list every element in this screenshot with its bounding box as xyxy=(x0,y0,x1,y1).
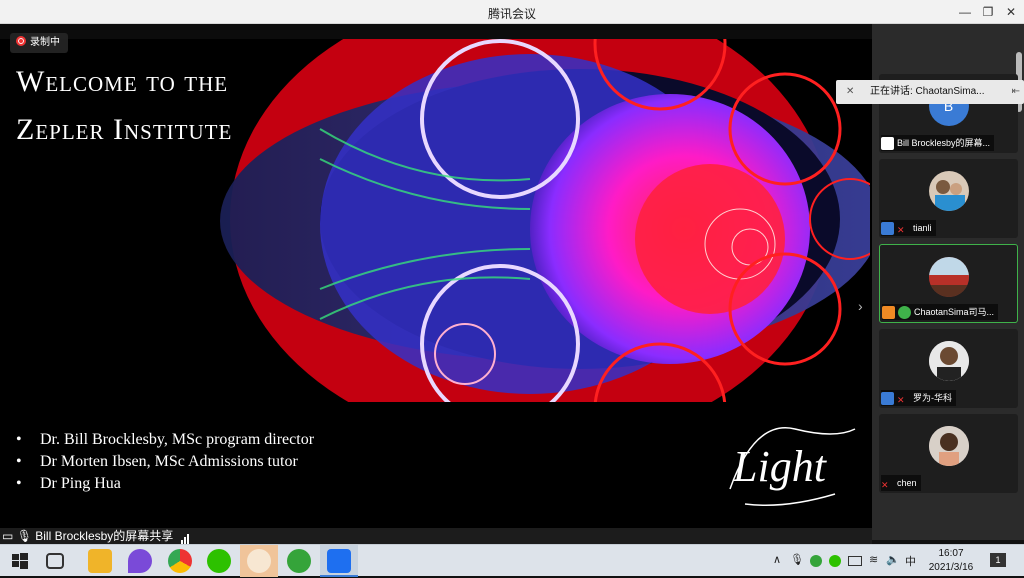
participant-tile[interactable]: ✕ 罗为-华科 xyxy=(879,329,1018,408)
tencent-meeting-icon[interactable] xyxy=(327,549,351,573)
avatar xyxy=(928,341,969,381)
record-icon xyxy=(16,36,26,46)
slide-title-line-1: Welcome to the xyxy=(16,65,229,98)
next-page-arrow[interactable]: › xyxy=(858,298,863,314)
participant-tile[interactable]: ✕ tianli xyxy=(879,159,1018,238)
participant-name: ChaotanSima司马... xyxy=(914,307,995,317)
recording-label: 录制中 xyxy=(30,37,60,48)
wifi-icon[interactable]: ≋ xyxy=(869,553,878,566)
slide-artwork xyxy=(200,39,870,402)
participant-name-bar: ChaotanSima司马... xyxy=(882,304,999,320)
presentation-slide: Welcome to the Zepler Institute Dr. Bill… xyxy=(0,39,872,554)
recording-badge[interactable]: 录制中 xyxy=(10,33,68,53)
mic-tray-icon[interactable]: 🎙 xyxy=(790,553,804,566)
battery-icon[interactable] xyxy=(848,556,862,566)
slide-title-line-2: Zepler Institute xyxy=(16,113,233,146)
mic-icon: 🎙 xyxy=(16,529,32,543)
bullet-item: Dr Morten Ibsen, MSc Admissions tutor xyxy=(16,451,314,473)
avatar xyxy=(928,426,969,466)
tray-expand-icon[interactable]: ∧ xyxy=(773,553,781,566)
window-title: 腾讯会议 xyxy=(487,7,536,21)
task-view-icon[interactable] xyxy=(46,553,64,569)
bullet-item: Dr. Bill Brocklesby, MSc program directo… xyxy=(16,429,314,451)
signal-icon xyxy=(180,528,190,544)
light-logo: Light xyxy=(729,427,856,506)
notification-icon[interactable]: 1 xyxy=(990,553,1006,567)
shared-screen: Welcome to the Zepler Institute Dr. Bill… xyxy=(0,24,872,554)
tray-app-icon[interactable] xyxy=(810,555,822,567)
user-icon xyxy=(881,391,894,405)
close-button[interactable]: ✕ xyxy=(1001,3,1021,21)
participant-name-bar: ✕ tianli xyxy=(881,220,936,236)
participant-name: Bill Brocklesby的屏幕... xyxy=(897,138,991,148)
speaking-indicator[interactable]: ✕ 正在讲话: ChaotanSima... ⇤ xyxy=(836,80,1024,104)
share-label: Bill Brocklesby的屏幕共享 xyxy=(35,529,174,543)
clock-date: 2021/3/16 xyxy=(928,562,974,573)
mic-muted-icon: ✕ xyxy=(846,86,855,97)
bullet-list: Dr. Bill Brocklesby, MSc program directo… xyxy=(16,429,314,495)
wechat-icon[interactable] xyxy=(207,549,231,573)
app-icon[interactable] xyxy=(247,549,271,573)
mic-active-icon xyxy=(898,305,911,319)
participant-tile[interactable]: ✕ chen xyxy=(879,414,1018,493)
user-icon xyxy=(881,221,894,235)
participant-name-bar: ✕ 罗为-华科 xyxy=(881,390,956,406)
file-explorer-icon[interactable] xyxy=(88,549,112,573)
mic-muted-icon: ✕ xyxy=(897,394,905,405)
minimize-button[interactable]: — xyxy=(955,3,975,21)
windows-start-icon[interactable] xyxy=(8,549,32,573)
system-clock[interactable]: 16:07 2021/3/16 xyxy=(924,547,978,575)
tray-wechat-icon[interactable] xyxy=(829,555,841,567)
volume-icon[interactable]: 🔈 xyxy=(886,553,900,566)
participant-name-bar: ✕ chen xyxy=(881,475,921,491)
screen-share-bar: ▭ 🎙 Bill Brocklesby的屏幕共享 xyxy=(0,528,872,544)
screen-share-icon xyxy=(881,136,894,150)
taskbar: ∧ 🎙 ≋ 🔈 中 16:07 2021/3/16 1 xyxy=(0,544,1024,577)
ime-indicator[interactable]: 中 xyxy=(905,553,916,569)
screen-share-icon: ▭ xyxy=(2,529,14,543)
speaking-label: 正在讲话: ChaotanSima... xyxy=(870,86,985,97)
mic-muted-icon: ✕ xyxy=(881,479,889,490)
title-bar: 腾讯会议 — ❐ ✕ xyxy=(0,0,1024,24)
paint-drop-icon[interactable] xyxy=(128,549,152,573)
logo-text: Light xyxy=(732,442,828,491)
clock-time: 16:07 xyxy=(938,548,964,559)
browser-e-icon[interactable] xyxy=(287,549,311,573)
restore-button[interactable]: ❐ xyxy=(978,3,998,21)
bullet-item: Dr Ping Hua xyxy=(16,473,314,495)
chrome-icon[interactable] xyxy=(168,549,192,573)
avatar xyxy=(928,257,969,297)
participant-name: chen xyxy=(897,478,917,488)
user-icon xyxy=(882,305,895,319)
avatar xyxy=(928,171,969,211)
participant-name-bar: Bill Brocklesby的屏幕... xyxy=(881,135,995,151)
participant-tile-active[interactable]: ChaotanSima司马... xyxy=(879,244,1018,323)
collapse-icon[interactable]: ⇤ xyxy=(1012,80,1020,104)
mic-muted-icon: ✕ xyxy=(897,224,905,235)
participant-name: tianli xyxy=(913,223,932,233)
participant-name: 罗为-华科 xyxy=(913,393,952,403)
